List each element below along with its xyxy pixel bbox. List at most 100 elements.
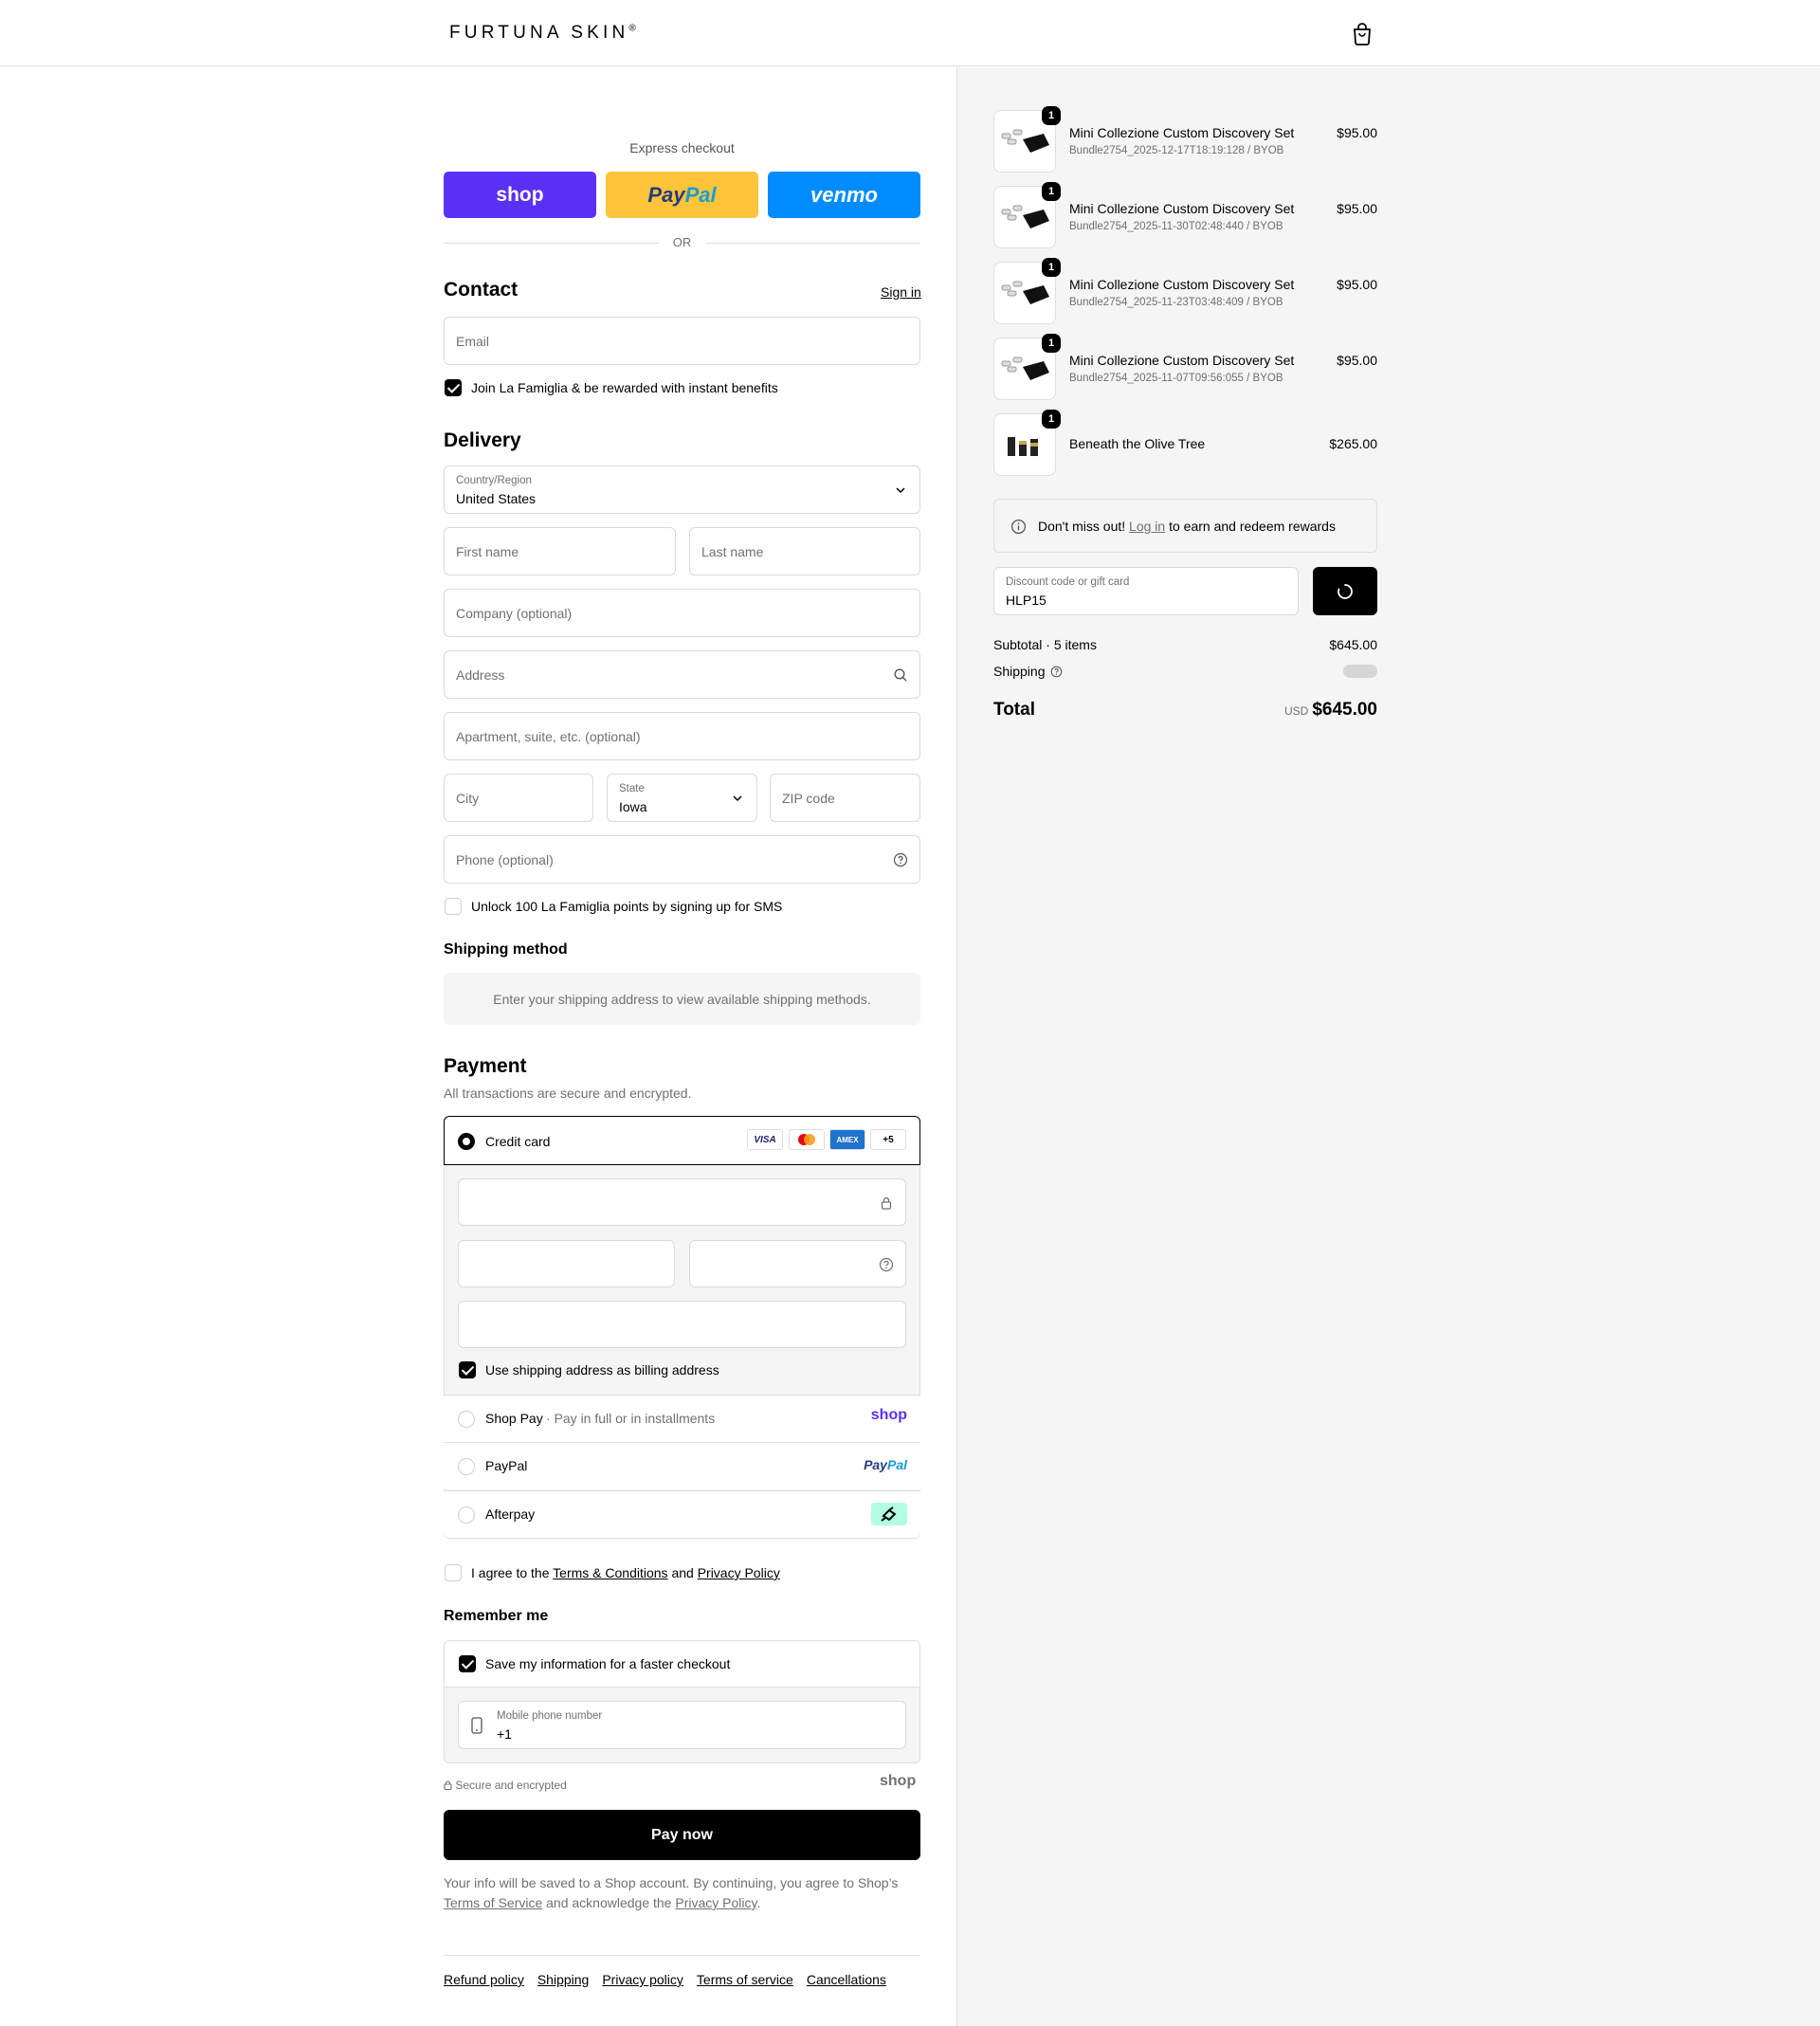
mobile-phone-icon bbox=[471, 1717, 482, 1734]
shop-pay-label: Shop Pay bbox=[485, 1411, 543, 1426]
company-field[interactable]: Company (optional) bbox=[444, 589, 920, 637]
amex-icon: AMEX bbox=[829, 1129, 865, 1150]
security-code-field[interactable] bbox=[689, 1240, 906, 1287]
help-icon[interactable] bbox=[879, 1257, 894, 1272]
email-field[interactable]: Email bbox=[444, 317, 920, 365]
name-on-card-field[interactable] bbox=[458, 1301, 906, 1348]
footer-link-refund[interactable]: Refund policy bbox=[444, 1972, 524, 1987]
item-price: $95.00 bbox=[1337, 277, 1377, 292]
rewards-banner: Don't miss out! Log in to earn and redee… bbox=[993, 499, 1377, 553]
rewards-login-link[interactable]: Log in bbox=[1129, 519, 1165, 534]
footer-link-shipping[interactable]: Shipping bbox=[537, 1972, 590, 1987]
paypal-option[interactable]: PayPal PayPal bbox=[444, 1442, 920, 1489]
phone-field[interactable]: Phone (optional) bbox=[444, 835, 920, 884]
venmo-express-button[interactable]: venmo bbox=[768, 172, 920, 218]
delivery-title: Delivery bbox=[444, 429, 521, 451]
shop-pay-express-button[interactable]: shop bbox=[444, 172, 596, 218]
quantity-badge: 1 bbox=[1042, 182, 1061, 201]
shop-logo: shop bbox=[880, 1773, 917, 1789]
billing-address-checkbox[interactable] bbox=[459, 1361, 476, 1378]
search-icon bbox=[894, 668, 907, 682]
country-select[interactable]: Country/Region United States bbox=[444, 465, 920, 514]
loading-spinner-icon bbox=[1338, 584, 1353, 599]
shop-pay-sublabel: · Pay in full or in installments bbox=[546, 1411, 716, 1426]
info-icon bbox=[1010, 519, 1027, 535]
footer-link-privacy[interactable]: Privacy policy bbox=[602, 1972, 683, 1987]
footer-link-terms[interactable]: Terms of service bbox=[697, 1972, 793, 1987]
cart-item: 1 Mini Collezione Custom Discovery Set B… bbox=[993, 334, 1377, 400]
item-variant: Bundle2754_2025-11-07T09:56:055 / BYOB bbox=[1069, 373, 1283, 384]
item-price: $95.00 bbox=[1337, 353, 1377, 368]
chevron-down-icon bbox=[896, 487, 905, 494]
afterpay-option[interactable]: Afterpay bbox=[444, 1490, 920, 1538]
paypal-label: PayPal bbox=[485, 1458, 528, 1473]
city-field[interactable]: City bbox=[444, 774, 593, 822]
footer-link-cancellations[interactable]: Cancellations bbox=[807, 1972, 886, 1987]
sign-in-link[interactable]: Sign in bbox=[881, 284, 921, 300]
total-value: USD $645.00 bbox=[1283, 700, 1377, 720]
credit-card-radio[interactable] bbox=[458, 1133, 475, 1150]
quantity-badge: 1 bbox=[1042, 258, 1061, 277]
total-label: Total bbox=[993, 700, 1035, 720]
quantity-badge: 1 bbox=[1042, 106, 1061, 125]
brand-logo[interactable]: FURTUNA SKIN® bbox=[449, 23, 636, 44]
subtotal-label: Subtotal · 5 items bbox=[993, 637, 1097, 652]
apply-discount-button[interactable] bbox=[1313, 567, 1377, 615]
save-info-checkbox[interactable] bbox=[459, 1655, 476, 1672]
expiry-field[interactable] bbox=[458, 1240, 675, 1287]
paypal-radio[interactable] bbox=[458, 1458, 475, 1475]
terms-link[interactable]: Terms & Conditions bbox=[553, 1565, 667, 1580]
discount-field[interactable]: Discount code or gift card HLP15 bbox=[993, 567, 1299, 615]
item-price: $95.00 bbox=[1337, 201, 1377, 216]
shop-pay-logo: shop bbox=[870, 1407, 907, 1423]
item-price: $265.00 bbox=[1329, 436, 1377, 451]
pay-now-button[interactable]: Pay now bbox=[444, 1810, 920, 1860]
chevron-down-icon bbox=[733, 795, 742, 802]
divider bbox=[705, 243, 920, 244]
shop-terms-link[interactable]: Terms of Service bbox=[444, 1895, 542, 1910]
last-name-field[interactable]: Last name bbox=[689, 527, 920, 575]
afterpay-label: Afterpay bbox=[485, 1506, 536, 1522]
shop-pay-radio[interactable] bbox=[458, 1411, 475, 1428]
afterpay-logo-icon bbox=[871, 1503, 907, 1525]
sms-checkbox[interactable] bbox=[445, 898, 462, 915]
shop-disclaimer: Your info will be saved to a Shop accoun… bbox=[444, 1875, 899, 1910]
afterpay-radio[interactable] bbox=[458, 1506, 475, 1524]
paypal-logo: PayPal bbox=[864, 1457, 907, 1472]
mobile-phone-field[interactable]: Mobile phone number +1 bbox=[458, 1701, 906, 1749]
privacy-link[interactable]: Privacy Policy bbox=[698, 1565, 780, 1580]
item-name: Mini Collezione Custom Discovery Set bbox=[1069, 353, 1295, 368]
terms-label: I agree to the Terms & Conditions and Pr… bbox=[471, 1565, 780, 1580]
cart-item: 1 Mini Collezione Custom Discovery Set B… bbox=[993, 258, 1377, 324]
apartment-field[interactable]: Apartment, suite, etc. (optional) bbox=[444, 712, 920, 760]
help-icon[interactable] bbox=[1050, 666, 1063, 678]
more-cards-badge: +5 bbox=[870, 1129, 906, 1150]
item-name: Mini Collezione Custom Discovery Set bbox=[1069, 277, 1295, 292]
shop-pay-option[interactable]: Shop Pay · Pay in full or in installment… bbox=[444, 1395, 920, 1442]
header: FURTUNA SKIN® bbox=[0, 0, 1820, 66]
card-number-field[interactable] bbox=[458, 1178, 906, 1226]
join-checkbox[interactable] bbox=[445, 379, 462, 396]
sms-label: Unlock 100 La Famiglia points by signing… bbox=[471, 899, 783, 914]
cart-icon[interactable] bbox=[1352, 23, 1373, 46]
visa-icon: VISA bbox=[747, 1129, 783, 1150]
billing-address-label: Use shipping address as billing address bbox=[485, 1362, 719, 1378]
item-variant: Bundle2754_2025-11-23T03:48:409 / BYOB bbox=[1069, 297, 1283, 308]
cart-item: 1 Mini Collezione Custom Discovery Set B… bbox=[993, 106, 1377, 173]
secure-label: Secure and encrypted bbox=[444, 1779, 567, 1792]
quantity-badge: 1 bbox=[1042, 410, 1061, 429]
shipping-method-title: Shipping method bbox=[444, 941, 568, 958]
address-field[interactable]: Address bbox=[444, 650, 920, 699]
first-name-field[interactable]: First name bbox=[444, 527, 676, 575]
zip-field[interactable]: ZIP code bbox=[770, 774, 920, 822]
terms-checkbox[interactable] bbox=[445, 1564, 462, 1581]
express-checkout-title: Express checkout bbox=[629, 140, 735, 155]
state-select[interactable]: State Iowa bbox=[607, 774, 757, 822]
or-label: OR bbox=[672, 235, 692, 249]
lock-icon bbox=[444, 1780, 452, 1791]
quantity-badge: 1 bbox=[1042, 334, 1061, 353]
shop-privacy-link[interactable]: Privacy Policy bbox=[675, 1895, 756, 1910]
subtotal-value: $645.00 bbox=[1329, 637, 1377, 652]
help-icon[interactable] bbox=[893, 852, 908, 867]
paypal-express-button[interactable]: Pay Pal bbox=[606, 172, 758, 218]
